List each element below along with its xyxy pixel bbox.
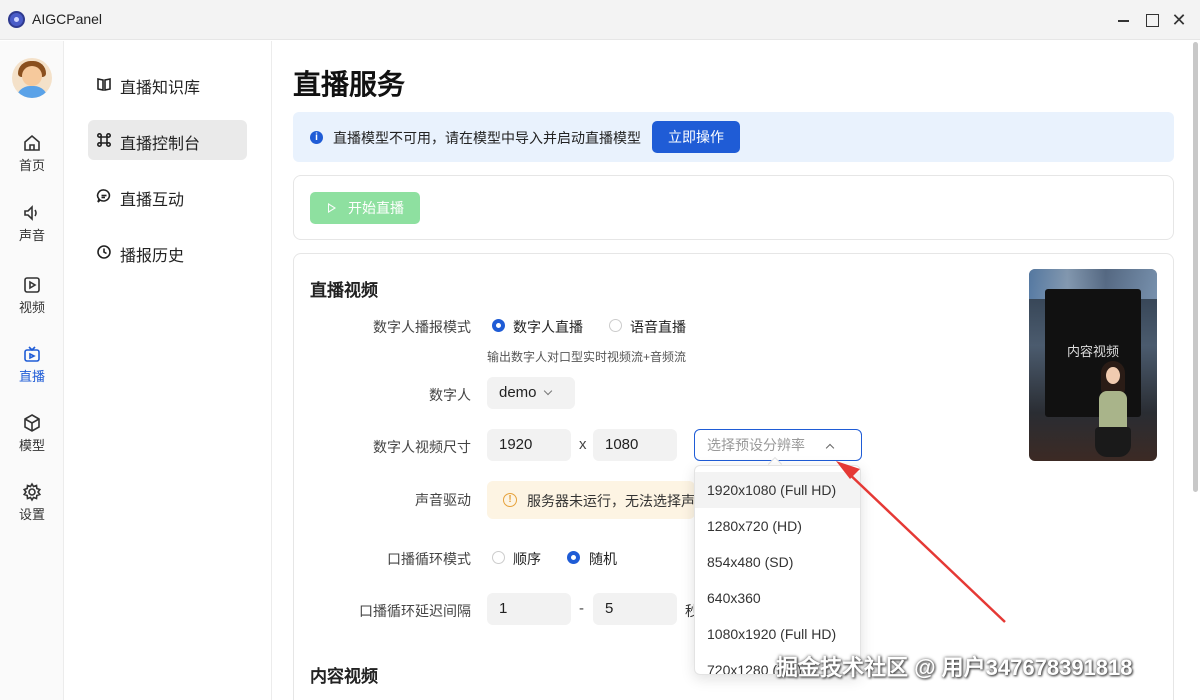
preset-resolution-select[interactable]: 选择预设分辨率	[694, 429, 862, 461]
sidebar-item-label: 直播互动	[120, 192, 185, 209]
nav-item-video[interactable]: 视频	[0, 275, 64, 316]
close-button[interactable]: ✕	[1164, 6, 1194, 34]
loop-mode-label: 口播循环模式	[387, 551, 471, 567]
delay-min-input[interactable]: 1	[487, 593, 571, 625]
tv-icon	[22, 344, 42, 364]
voice-label: 声音驱动	[415, 492, 471, 508]
delay-label: 口播循环延迟间隔	[359, 603, 471, 619]
page-title: 直播服务	[293, 69, 406, 100]
primary-sidebar: 首页 声音 视频 直播 模型 设置	[0, 41, 64, 700]
play-icon	[328, 203, 336, 213]
app-title: AIGCPanel	[32, 11, 103, 27]
nav-item-settings[interactable]: 设置	[0, 482, 64, 523]
radio-label: 数字人直播	[513, 319, 583, 335]
control-card: 开始直播	[293, 175, 1174, 240]
minimize-button[interactable]	[1108, 6, 1138, 34]
chevron-down-icon	[543, 386, 552, 396]
sidebar-item-knowledge-base[interactable]: 直播知识库	[88, 64, 247, 104]
warning-icon: !	[503, 493, 517, 507]
sidebar-item-history[interactable]: 播报历史	[88, 232, 247, 272]
times-sign: x	[579, 436, 587, 453]
avatar-select[interactable]: demo	[487, 377, 575, 409]
sidebar-item-label: 直播控制台	[120, 136, 201, 153]
chevron-up-icon	[825, 443, 835, 453]
range-dash: -	[579, 600, 584, 617]
preset-placeholder: 选择预设分辨率	[707, 437, 805, 453]
radio-label: 语音直播	[630, 319, 686, 335]
preset-option[interactable]: 640x360	[695, 580, 860, 616]
avatar[interactable]	[12, 58, 52, 98]
speaker-icon	[22, 203, 42, 223]
radio-digital-human[interactable]	[492, 319, 505, 332]
radio-label: 随机	[589, 551, 617, 567]
nav-item-label: 视频	[18, 300, 45, 315]
sidebar-item-label: 播报历史	[120, 248, 185, 265]
watermark: 掘金技术社区 @ 用户347678391818	[776, 655, 1133, 680]
info-alert: i 直播模型不可用，请在模型中导入并启动直播模型 立即操作	[293, 112, 1174, 162]
radio-random[interactable]	[567, 551, 580, 564]
section-title-live-video: 直播视频	[310, 281, 378, 300]
chat-icon	[96, 188, 112, 204]
voice-warning-text: 服务器未运行，无法选择声音	[527, 493, 695, 509]
maximize-button[interactable]	[1136, 6, 1166, 34]
video-icon	[22, 275, 42, 295]
width-input[interactable]: 1920	[487, 429, 571, 461]
preset-option[interactable]: 854x480 (SD)	[695, 544, 860, 580]
preset-option[interactable]: 1280x720 (HD)	[695, 508, 860, 544]
nav-item-label: 首页	[18, 158, 45, 173]
nav-item-label: 直播	[18, 369, 45, 384]
sidebar-item-console[interactable]: 直播控制台	[88, 120, 247, 160]
avatar-select-value: demo	[499, 384, 537, 401]
alert-text: 直播模型不可用，请在模型中导入并启动直播模型	[333, 130, 641, 146]
preset-option[interactable]: 1920x1080 (Full HD)	[695, 472, 860, 508]
main-scrollbar[interactable]	[1193, 42, 1198, 492]
avatar-label: 数字人	[429, 387, 471, 403]
cube-icon	[22, 413, 42, 433]
nav-item-model[interactable]: 模型	[0, 413, 64, 454]
radio-label: 顺序	[513, 551, 541, 567]
info-icon: i	[310, 131, 323, 144]
operate-now-button[interactable]: 立即操作	[652, 121, 740, 153]
size-label: 数字人视频尺寸	[373, 439, 471, 455]
height-input[interactable]: 1080	[593, 429, 677, 461]
section-title-content-video: 内容视频	[310, 667, 378, 686]
home-icon	[22, 133, 42, 153]
nav-item-label: 声音	[18, 228, 45, 243]
preset-dropdown-menu: 1920x1080 (Full HD) 1280x720 (HD) 854x48…	[694, 465, 861, 675]
preset-option[interactable]: 1080x1920 (Full HD)	[695, 616, 860, 652]
app-logo-icon	[8, 11, 25, 28]
sidebar-item-label: 直播知识库	[120, 80, 201, 97]
radio-sequential[interactable]	[492, 551, 505, 564]
book-icon	[96, 76, 112, 92]
voice-warning: ! 服务器未运行，无法选择声音	[487, 481, 695, 519]
sidebar-item-interaction[interactable]: 直播互动	[88, 176, 247, 216]
nav-item-voice[interactable]: 声音	[0, 203, 64, 244]
preview-label: 内容视频	[1066, 344, 1119, 359]
nav-item-live[interactable]: 直播	[0, 344, 64, 385]
nav-item-home[interactable]: 首页	[0, 133, 64, 174]
start-live-button[interactable]: 开始直播	[310, 192, 420, 224]
title-bar: AIGCPanel ✕	[0, 0, 1200, 40]
nav-item-label: 模型	[18, 438, 45, 453]
mode-hint: 输出数字人对口型实时视频流+音频流	[487, 350, 687, 364]
nav-item-label: 设置	[18, 507, 45, 522]
mode-label: 数字人播报模式	[373, 319, 471, 335]
secondary-sidebar: 直播知识库 直播控制台 直播互动 播报历史	[65, 41, 272, 700]
radio-voice-live[interactable]	[609, 319, 622, 332]
delay-max-input[interactable]: 5	[593, 593, 677, 625]
live-preview-thumbnail: 内容视频	[1029, 269, 1157, 461]
start-live-label: 开始直播	[348, 200, 404, 216]
command-icon	[96, 132, 112, 148]
history-icon	[96, 244, 112, 260]
gear-icon	[22, 482, 42, 502]
